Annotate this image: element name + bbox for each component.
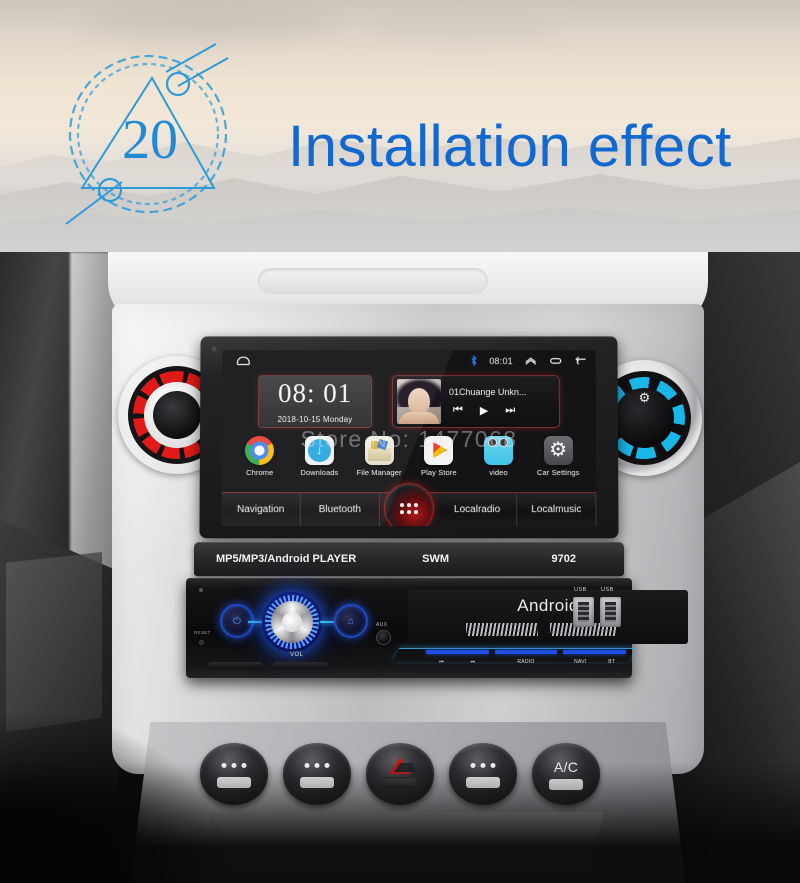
prev-button-label: ⏮ (439, 659, 445, 665)
album-art (397, 379, 441, 425)
app-label: File Manager (356, 468, 402, 478)
model-label: 9702 (551, 553, 576, 565)
dock-bar: Navigation Bluetooth Localradio Localmus… (221, 483, 597, 527)
volume-knob[interactable] (262, 592, 322, 652)
reset-label: RESET (194, 630, 211, 635)
dock-navigation[interactable]: Navigation (221, 493, 301, 527)
faceplate-display: Android (408, 590, 688, 644)
brand-label: SWM (422, 553, 450, 565)
radio-button[interactable]: RADIO (494, 650, 558, 674)
clock-time: 08: 01 (277, 378, 353, 409)
usb-port-1[interactable] (573, 597, 594, 627)
video-icon (483, 436, 514, 466)
bluetooth-icon (470, 355, 478, 366)
app-label: Downloads (300, 468, 339, 478)
banner-header: 20 Installation effect (0, 0, 800, 252)
app-car-settings[interactable]: ⚙ Car Settings (532, 436, 584, 477)
flip-screen-bezel: 08:01 08: 01 2018-10-15 Monday 01Chuange… (199, 336, 619, 539)
previous-track-icon[interactable]: ⏮ (453, 404, 463, 417)
ir-sensor-icon (199, 588, 203, 592)
app-play-store[interactable]: Play Store (413, 436, 465, 477)
status-clock: 08:01 (489, 355, 513, 366)
app-label: Play Store (420, 468, 457, 478)
reset-button[interactable] (199, 640, 204, 645)
app-file-manager[interactable]: File Manager (353, 436, 405, 477)
player-type-label: MP5/MP3/Android PLAYER (216, 553, 357, 565)
display-text: Android (517, 596, 579, 615)
brand-strip: MP5/MP3/Android PLAYER SWM 9702 (194, 542, 624, 576)
head-unit-faceplate: RESET ⏻ VOL ⌂ AUX Android USB USB ⏮ ⏭ RA… (186, 578, 688, 678)
page-title: Installation effect (288, 114, 732, 179)
android-screen[interactable]: 08:01 08: 01 2018-10-15 Monday 01Chuange… (221, 350, 597, 527)
app-label: Car Settings (536, 468, 580, 478)
faceplate-buttons: ⏮ ⏭ RADIO NAVI BT (426, 650, 627, 674)
home-icon[interactable]: ⌂ (334, 604, 368, 638)
status-icons: 08:01 (470, 355, 587, 366)
clock-date: 2018-10-15 Monday (277, 415, 353, 425)
car-settings-icon: ⚙ (543, 436, 573, 466)
anniversary-emblem: 20 (48, 36, 258, 236)
aux-label: AUX (376, 622, 388, 628)
app-label: Chrome (246, 468, 274, 478)
radio-button-label: RADIO (517, 659, 535, 665)
car-head-unit: 08:01 08: 01 2018-10-15 Monday 01Chuange… (186, 336, 688, 788)
downloads-icon: ↓ (304, 436, 334, 466)
sensor-dot (211, 346, 217, 352)
app-drawer-icon[interactable] (383, 483, 435, 527)
app-downloads[interactable]: ↓ Downloads (293, 436, 345, 477)
music-controls: ⏮ ▶ ⏭ (449, 404, 553, 417)
album-art-face (408, 388, 430, 415)
usb-label: USB (574, 587, 587, 593)
aux-jack[interactable] (376, 630, 391, 645)
drawer-dots (399, 502, 419, 514)
dock-localmusic[interactable]: Localmusic (517, 493, 597, 527)
cloud-wisp (80, 8, 340, 34)
app-chrome[interactable]: Chrome (234, 436, 286, 477)
usb-label: USB (601, 587, 614, 593)
transport-button-group[interactable]: ⏮ ⏭ (426, 650, 489, 674)
status-bar: 08:01 (222, 350, 596, 372)
knob-cap (271, 601, 313, 643)
app-grid: Chrome ↓ Downloads File Manager Play Sto… (222, 436, 597, 490)
cloud-wisp (360, 16, 560, 34)
music-info: 01Chuange Unkn... ⏮ ▶ ⏭ (441, 387, 559, 417)
segment-block (466, 623, 538, 636)
file-manager-icon (364, 436, 394, 466)
emblem-number: 20 (122, 109, 178, 171)
chrome-icon (245, 436, 275, 466)
app-label: video (489, 468, 508, 478)
volume-label: VOL (290, 652, 304, 658)
chevron-up-icon[interactable] (524, 355, 538, 366)
left-door-insert (6, 552, 102, 732)
track-title: 01Chuange Unkn... (448, 386, 527, 397)
navi-button-label: NAVI (574, 659, 587, 665)
back-icon[interactable] (574, 355, 588, 366)
car-interior-photo: ⚙ 08:01 08: 01 2018-10-15 Monday 01Chuan… (0, 252, 800, 883)
navi-bt-button-group[interactable]: NAVI BT (563, 650, 627, 674)
app-video[interactable]: video (472, 436, 524, 477)
music-widget[interactable]: 01Chuange Unkn... ⏮ ▶ ⏭ (392, 375, 560, 429)
usb-port-2[interactable] (600, 597, 621, 627)
dock-bluetooth[interactable]: Bluetooth (300, 493, 380, 527)
bt-button-label: BT (608, 659, 616, 665)
clock-widget[interactable]: 08: 01 2018-10-15 Monday (258, 375, 373, 429)
home-icon[interactable] (235, 355, 251, 366)
next-button-label: ⏭ (470, 659, 476, 665)
dock-localradio[interactable]: Localradio (438, 493, 518, 527)
play-icon[interactable]: ▶ (480, 404, 488, 417)
play-store-icon (424, 436, 454, 466)
faceplate-vents (208, 662, 328, 669)
dashboard-tray (258, 268, 488, 294)
home-widgets: 08: 01 2018-10-15 Monday 01Chuange Unkn.… (222, 371, 596, 431)
album-art-shoulder (399, 412, 439, 425)
cabin-shadow-left (0, 713, 230, 883)
recents-icon[interactable] (549, 355, 563, 366)
next-track-icon[interactable]: ⏭ (505, 404, 515, 417)
vent-logo-icon: ⚙ (638, 390, 651, 405)
